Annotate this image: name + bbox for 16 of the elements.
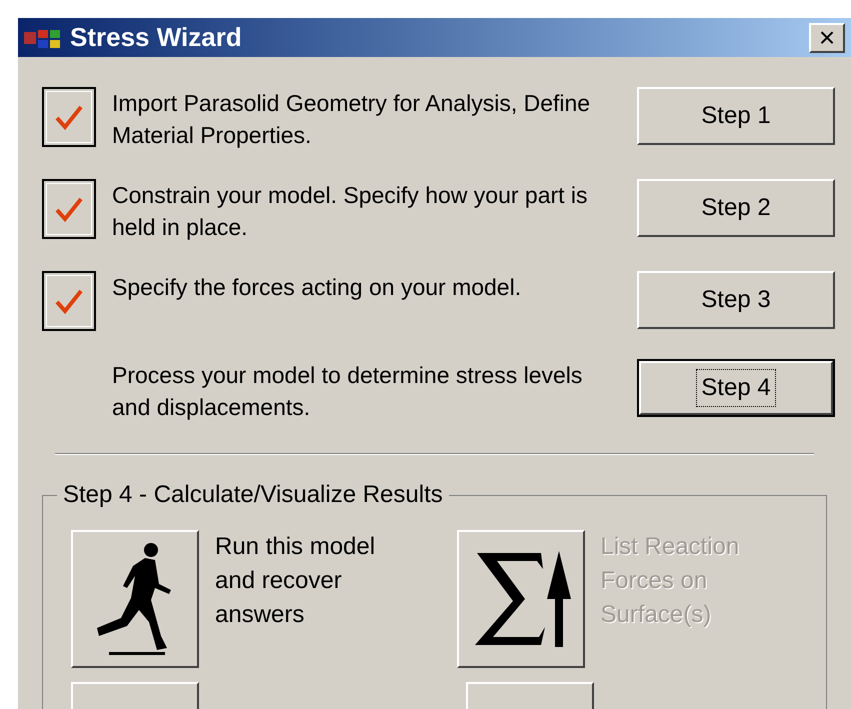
step-description: Process your model to determine stress levels and displacements. bbox=[112, 361, 584, 422]
step-button[interactable]: Step 3 bbox=[637, 271, 835, 329]
step-description: Specify the forces acting on your model. bbox=[112, 273, 522, 302]
window-title: Stress Wizard bbox=[70, 21, 243, 54]
action-description: Run this model and recover answers bbox=[215, 532, 376, 630]
step-button[interactable]: Step 1 bbox=[637, 87, 835, 145]
checkbox[interactable] bbox=[42, 179, 96, 239]
checkbox[interactable] bbox=[42, 271, 96, 331]
action-button[interactable] bbox=[71, 530, 199, 668]
step-button[interactable]: Step 2 bbox=[637, 179, 835, 237]
step-description: Constrain your model. Specify how your part is held in place. bbox=[112, 181, 589, 242]
checkbox[interactable] bbox=[42, 87, 96, 147]
step-description: Import Parasolid Geometry for Analysis, Define Material Properties. bbox=[112, 89, 592, 150]
close-button[interactable]: × bbox=[809, 22, 845, 52]
step-button[interactable]: Step 4 bbox=[637, 359, 835, 417]
action-button[interactable] bbox=[456, 530, 584, 668]
